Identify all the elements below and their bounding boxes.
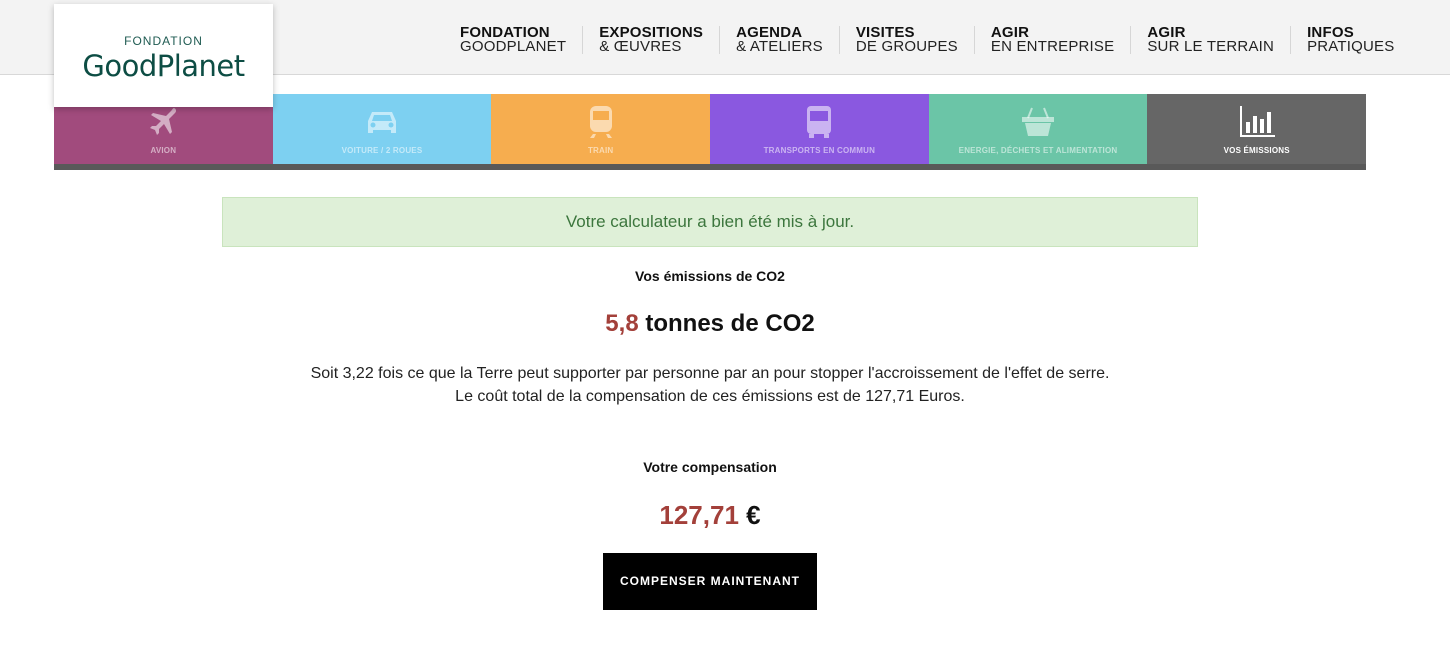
compensation-currency: € — [746, 500, 761, 530]
logo-big-text: GoodPlanet — [82, 49, 245, 83]
logo-small-text: FONDATION — [124, 34, 203, 48]
tab-label: VOITURE / 2 ROUES — [341, 146, 423, 155]
emissions-value: 5,8 — [605, 310, 639, 337]
car-icon — [368, 112, 396, 133]
nav-item-agenda[interactable]: AGENDA & ATELIERS — [719, 25, 839, 55]
train-icon — [589, 106, 612, 138]
nav-item-subtitle: DE GROUPES — [855, 38, 958, 55]
nav-item-subtitle: GOODPLANET — [460, 38, 567, 55]
nav-item-agir-terrain[interactable]: AGIR SUR LE TERRAIN — [1130, 25, 1290, 55]
success-alert: Votre calculateur a bien été mis à jour. — [222, 197, 1198, 247]
nav-item-subtitle: EN ENTREPRISE — [990, 38, 1115, 55]
compensation-heading: Votre compensation — [643, 459, 777, 475]
emissions-comparison-text: Soit 3,22 fois ce que la Terre peut supp… — [310, 365, 1110, 382]
nav-item-subtitle: SUR LE TERRAIN — [1147, 38, 1275, 55]
tab-transports[interactable]: TRANSPORTS EN COMMUN — [710, 94, 929, 164]
emissions-unit: tonnes de CO2 — [645, 310, 815, 337]
basket-icon — [1022, 107, 1055, 136]
nav-item-subtitle: PRATIQUES — [1307, 38, 1395, 55]
plane-icon — [150, 108, 177, 135]
tab-label: TRAIN — [587, 146, 614, 155]
site-logo[interactable]: FONDATION GoodPlanet — [54, 4, 273, 107]
nav-item-visites[interactable]: VISITES DE GROUPES — [838, 25, 974, 55]
tab-label: VOS ÉMISSIONS — [1223, 146, 1290, 155]
main-nav: FONDATION GOODPLANET EXPOSITIONS & ŒUVRE… — [444, 25, 1410, 55]
bus-icon — [807, 106, 832, 138]
compensation-value: 127,71 — [659, 500, 739, 530]
nav-item-fondation[interactable]: FONDATION GOODPLANET — [444, 25, 582, 55]
compenser-maintenant-button[interactable]: COMPENSER MAINTENANT — [603, 553, 817, 610]
emissions-cost-text: Le coût total de la compensation de ces … — [455, 388, 965, 405]
compensation-total: 127,71 € — [0, 500, 1420, 531]
tab-train[interactable]: TRAIN — [491, 94, 711, 164]
tab-label: TRANSPORTS EN COMMUN — [763, 146, 876, 155]
tab-label: AVION — [150, 146, 177, 155]
nav-item-subtitle: & ŒUVRES — [599, 38, 682, 55]
nav-item-infos[interactable]: INFOS PRATIQUES — [1290, 25, 1410, 55]
tab-vos-emissions[interactable]: VOS ÉMISSIONS — [1147, 94, 1367, 164]
emissions-heading: Vos émissions de CO2 — [635, 268, 785, 284]
tab-energie[interactable]: ENERGIE, DÉCHETS ET ALIMENTATION — [928, 94, 1148, 164]
emissions-description: Soit 3,22 fois ce que la Terre peut supp… — [0, 362, 1420, 408]
nav-item-expositions[interactable]: EXPOSITIONS & ŒUVRES — [582, 25, 719, 55]
nav-item-agir-entreprise[interactable]: AGIR EN ENTREPRISE — [973, 25, 1130, 55]
tab-label: ENERGIE, DÉCHETS ET ALIMENTATION — [958, 146, 1118, 155]
tab-voiture[interactable]: VOITURE / 2 ROUES — [272, 94, 492, 164]
bar-chart-icon — [1239, 106, 1275, 137]
emissions-total: 5,8 tonnes de CO2 — [0, 310, 1420, 338]
nav-item-subtitle: & ATELIERS — [736, 38, 823, 55]
